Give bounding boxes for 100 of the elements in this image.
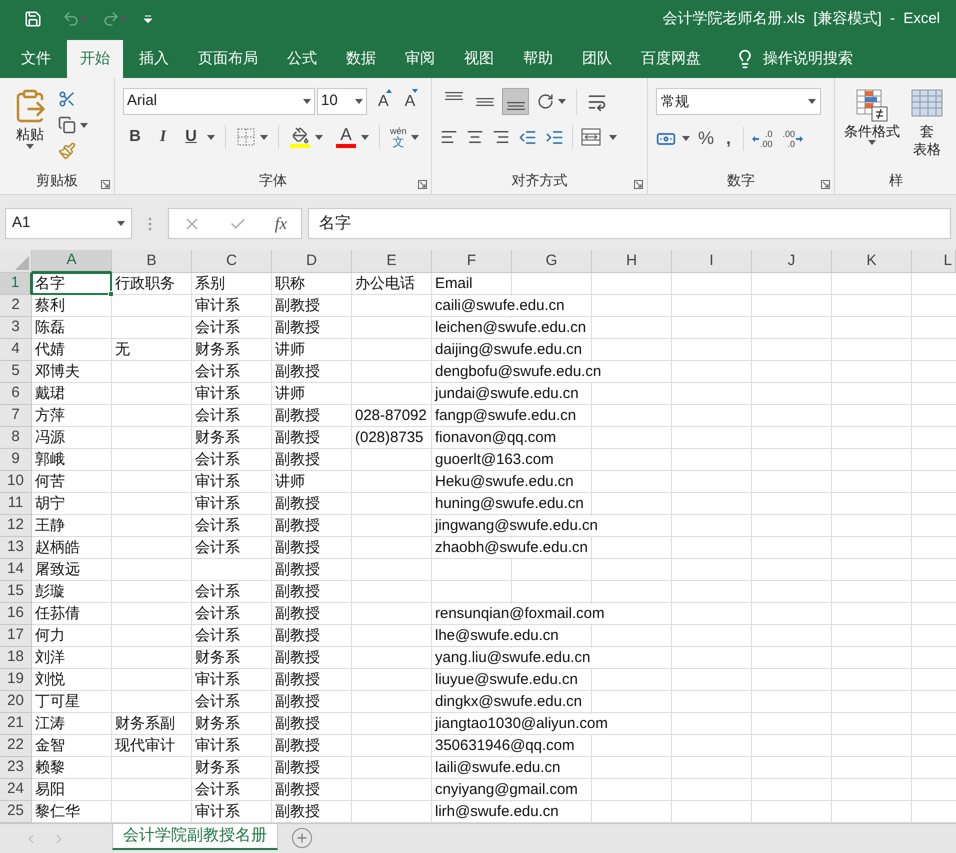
row-header[interactable]: 13 xyxy=(0,537,32,559)
insert-function-button[interactable]: fx xyxy=(274,210,288,236)
row-header[interactable]: 21 xyxy=(0,713,32,735)
ribbon-tab[interactable]: 数据 xyxy=(333,40,389,78)
phonetic-button[interactable]: wén 文 xyxy=(390,126,407,148)
fill-color-icon[interactable] xyxy=(289,126,311,148)
customize-toolbar-icon[interactable] xyxy=(144,15,152,23)
font-name-select[interactable]: Arial xyxy=(123,88,315,115)
dialog-launcher-icon[interactable] xyxy=(821,180,830,189)
sheet-tab[interactable]: 会计学院副教授名册 xyxy=(112,824,278,850)
ribbon-tab[interactable]: 审阅 xyxy=(392,40,448,78)
add-sheet-button[interactable] xyxy=(292,828,312,848)
row-header[interactable]: 17 xyxy=(0,625,32,647)
ribbon-tab[interactable]: 插入 xyxy=(126,40,182,78)
table-cell: daijing@swufe.edu.cn xyxy=(433,340,584,360)
vertical-align-button[interactable] xyxy=(502,88,529,115)
table-cell: Heku@swufe.edu.cn xyxy=(433,472,576,492)
percent-button[interactable]: % xyxy=(698,125,714,152)
paste-button[interactable]: 粘贴 xyxy=(8,88,52,160)
triangle-down-icon xyxy=(412,88,418,92)
increase-decimal-button[interactable]: .0 .00 xyxy=(750,126,775,150)
align-left-icon[interactable] xyxy=(440,128,458,146)
row-header[interactable]: 15 xyxy=(0,581,32,603)
caret-icon xyxy=(355,99,363,104)
row-header[interactable]: 1 xyxy=(0,273,32,295)
align-center-icon[interactable] xyxy=(466,128,484,146)
ribbon-tab[interactable]: 帮助 xyxy=(510,40,566,78)
dialog-launcher-icon[interactable] xyxy=(418,180,427,189)
table-cell: rensunqian@foxmail.com xyxy=(433,604,606,624)
drag-handle-icon[interactable] xyxy=(148,216,152,230)
bold-button[interactable]: B xyxy=(123,125,147,149)
row-header[interactable]: 6 xyxy=(0,383,32,405)
row-header[interactable]: 23 xyxy=(0,757,32,779)
row-header[interactable]: 7 xyxy=(0,405,32,427)
ribbon-tab[interactable]: 文件 xyxy=(8,40,64,78)
table-cell: 350631946@qq.com xyxy=(433,736,576,756)
ribbon-tab[interactable]: 开始 xyxy=(67,40,123,78)
row-header[interactable]: 2 xyxy=(0,295,32,317)
table-cell: fionavon@qq.com xyxy=(433,428,558,448)
ribbon-tab[interactable]: 视图 xyxy=(451,40,507,78)
comma-button[interactable]: , xyxy=(720,125,738,152)
table-cell: (028)8735 xyxy=(353,428,426,448)
copy-icon[interactable] xyxy=(58,116,76,134)
caret-icon xyxy=(361,134,369,140)
caret-icon xyxy=(558,99,566,104)
row-header[interactable]: 8 xyxy=(0,427,32,449)
scissors-icon[interactable] xyxy=(58,90,76,108)
grow-font-button[interactable]: A xyxy=(375,90,392,114)
row-header[interactable]: 16 xyxy=(0,603,32,625)
decrease-decimal-button[interactable]: .00 .0 xyxy=(780,126,806,150)
dialog-launcher-icon[interactable] xyxy=(101,180,110,189)
table-cell: jundai@swufe.edu.cn xyxy=(433,384,581,404)
row-header[interactable]: 19 xyxy=(0,669,32,691)
conditional-formatting-button[interactable]: 条件格式 xyxy=(839,88,905,158)
row-header[interactable]: 3 xyxy=(0,317,32,339)
table-cell: liuyue@swufe.edu.cn xyxy=(433,670,580,690)
align-right-icon[interactable] xyxy=(492,128,510,146)
format-as-table-button[interactable]: 套 表格 xyxy=(905,88,949,158)
row-header[interactable]: 10 xyxy=(0,471,32,493)
font-size-select[interactable]: 10 xyxy=(317,88,367,115)
borders-icon[interactable] xyxy=(236,127,256,147)
name-box[interactable]: A1 xyxy=(5,208,132,239)
ribbon-tab[interactable]: 百度网盘 xyxy=(628,40,714,78)
underline-button[interactable]: U xyxy=(179,125,203,149)
row-header[interactable]: 12 xyxy=(0,515,32,537)
font-color-button[interactable]: A xyxy=(335,126,357,148)
row-header[interactable]: 5 xyxy=(0,361,32,383)
formula-input[interactable]: 名字 xyxy=(308,208,951,239)
row-header[interactable]: 18 xyxy=(0,647,32,669)
paintbrush-icon[interactable] xyxy=(58,142,76,160)
row-header[interactable]: 4 xyxy=(0,339,32,361)
tell-me-search[interactable]: 操作说明搜索 xyxy=(763,48,853,70)
group-label: 字体 xyxy=(259,171,287,190)
group-label: 对齐方式 xyxy=(512,171,568,190)
column-header[interactable]: A xyxy=(32,250,112,273)
table-cell: caili@swufe.edu.cn xyxy=(433,296,566,316)
dialog-launcher-icon[interactable] xyxy=(634,180,643,189)
shrink-font-button[interactable]: A xyxy=(402,90,418,114)
save-icon[interactable] xyxy=(24,10,42,28)
text-orientation-icon[interactable] xyxy=(537,93,554,110)
plus-icon xyxy=(295,831,309,845)
ribbon-tab[interactable]: 页面布局 xyxy=(185,40,271,78)
row-header[interactable]: 25 xyxy=(0,801,32,823)
number-format-select[interactable]: 常规 xyxy=(656,88,821,115)
italic-button[interactable]: I xyxy=(151,125,175,149)
row-header[interactable]: 20 xyxy=(0,691,32,713)
caret-icon xyxy=(303,99,311,104)
row-header[interactable]: 22 xyxy=(0,735,32,757)
table-cell: jingwang@swufe.edu.cn xyxy=(433,516,600,536)
row-header[interactable]: 14 xyxy=(0,559,32,581)
row-header[interactable]: 24 xyxy=(0,779,32,801)
ribbon-tab[interactable]: 团队 xyxy=(569,40,625,78)
row-header[interactable]: 9 xyxy=(0,449,32,471)
group-label: 剪贴板 xyxy=(36,171,78,190)
row-header[interactable]: 11 xyxy=(0,493,32,515)
conditional-format-icon xyxy=(855,88,889,122)
ribbon-tab[interactable]: 公式 xyxy=(274,40,330,78)
merge-cells-icon[interactable] xyxy=(581,128,601,146)
table-cell: dingkx@swufe.edu.cn xyxy=(433,692,584,712)
table-cell: fangp@swufe.edu.cn xyxy=(433,406,578,426)
